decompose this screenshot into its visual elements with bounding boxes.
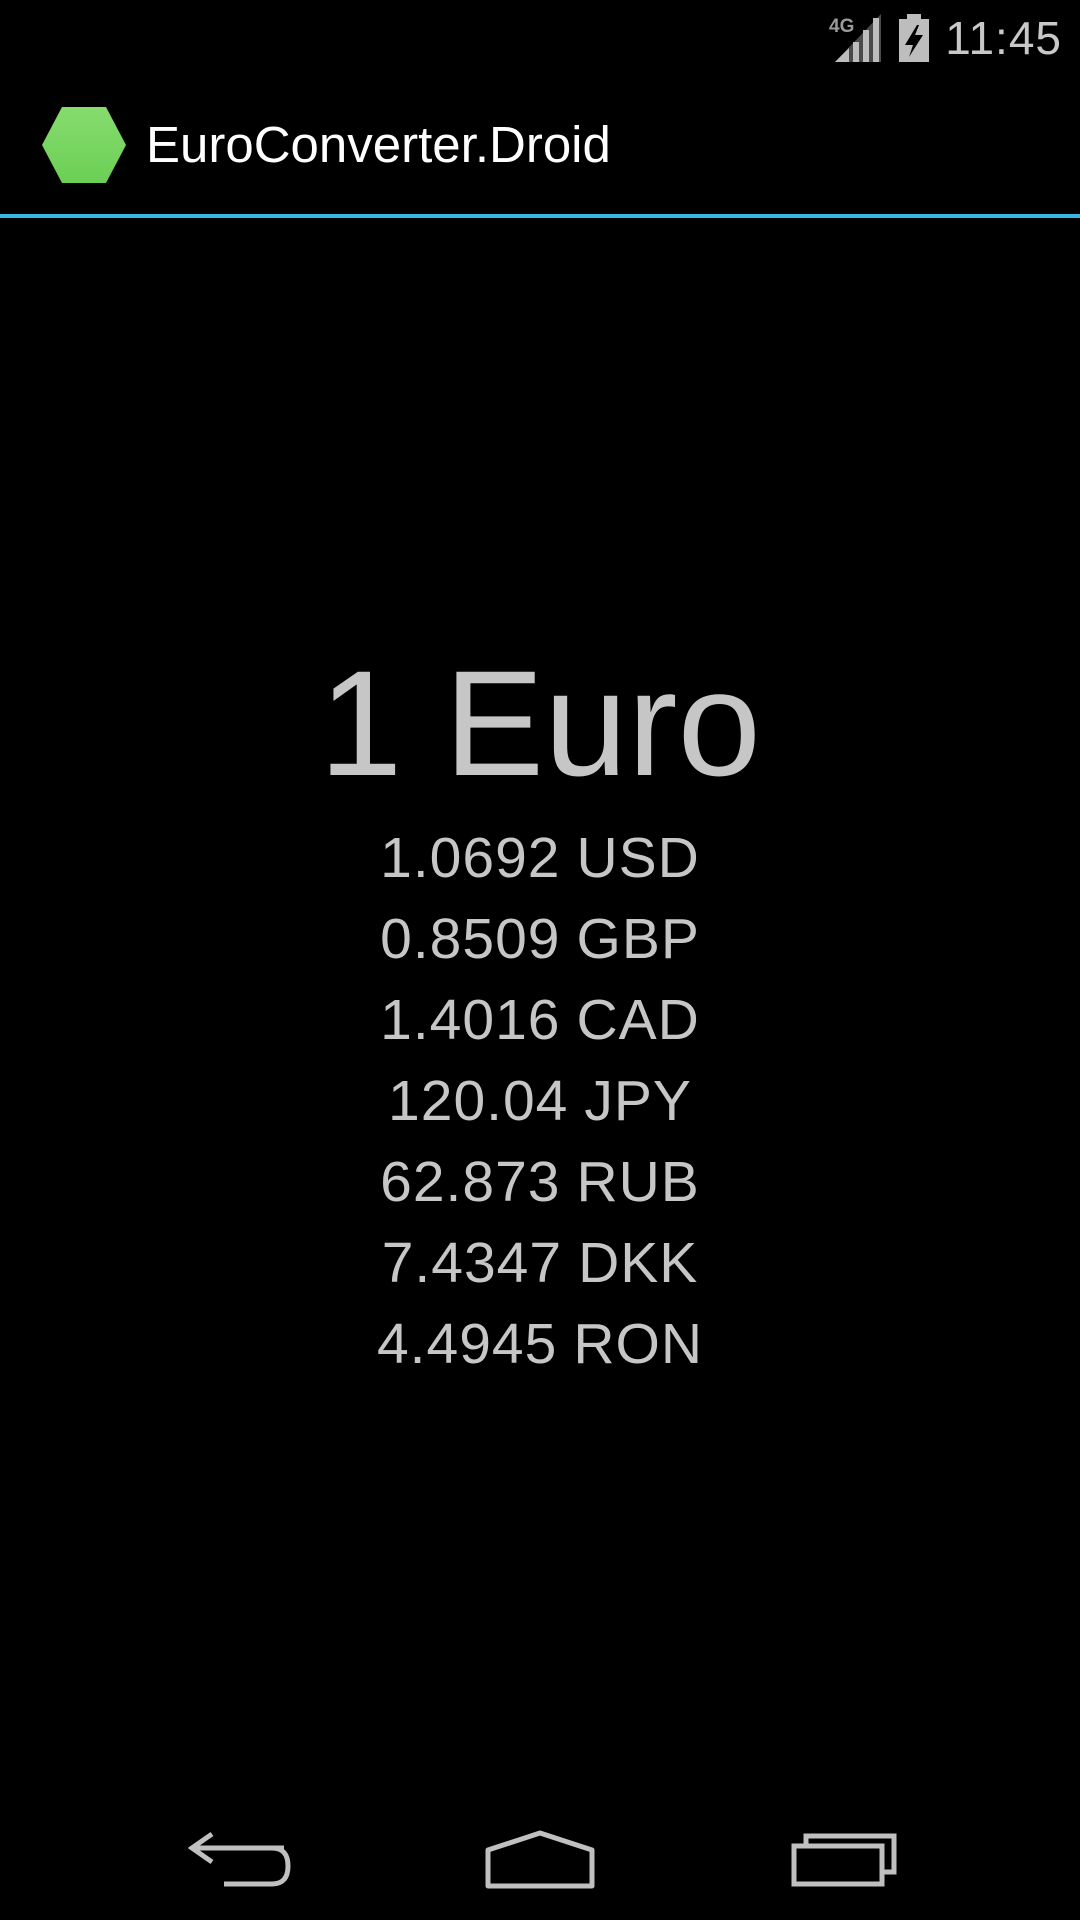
rate-currency: DKK — [578, 1231, 699, 1295]
rate-list: 1.0692 USD 0.8509 GBP 1.4016 CAD 120.04 JPY … — [0, 818, 1080, 1385]
rate-currency: JPY — [584, 1069, 692, 1133]
rate-row-dkk: 7.4347 DKK — [0, 1223, 1080, 1304]
rate-value: 7.4347 — [381, 1231, 563, 1295]
rate-currency: USD — [576, 826, 700, 890]
back-button[interactable] — [140, 1800, 340, 1920]
battery-charging-icon — [897, 13, 931, 63]
rate-row-gbp: 0.8509 GBP — [0, 899, 1080, 980]
rate-value: 1.4016 — [380, 988, 561, 1052]
rate-row-jpy: 120.04 JPY — [0, 1061, 1080, 1142]
status-bar: 4G 11:45 — [0, 0, 1080, 75]
back-arrow-icon — [188, 1831, 291, 1887]
rate-currency: GBP — [576, 907, 700, 971]
rate-value: 1.0692 — [380, 826, 561, 890]
converter-content: 1 Euro 1.0692 USD 0.8509 GBP 1.4016 CAD 120… — [0, 218, 1080, 1800]
rate-currency: RUB — [576, 1150, 700, 1214]
recent-apps-button[interactable] — [744, 1800, 944, 1920]
rate-currency: RON — [573, 1312, 703, 1376]
rate-value: 120.04 — [388, 1069, 569, 1133]
rate-row-usd: 1.0692 USD — [0, 818, 1080, 899]
home-icon — [485, 1830, 595, 1889]
navigation-bar — [0, 1800, 1080, 1920]
network-type-label: 4G — [829, 16, 854, 37]
signal-4g-icon: 4G — [827, 12, 883, 64]
rate-row-rub: 62.873 RUB — [0, 1142, 1080, 1223]
status-icons: 4G 11:45 — [827, 0, 1062, 75]
recent-apps-icon — [791, 1833, 897, 1887]
action-bar: EuroConverter.Droid — [0, 75, 1080, 215]
app-title: EuroConverter.Droid — [146, 116, 611, 173]
rate-value: 4.4945 — [376, 1312, 558, 1376]
rate-value: 62.873 — [380, 1150, 561, 1214]
rate-value: 0.8509 — [380, 907, 561, 971]
status-clock: 11:45 — [945, 11, 1062, 64]
rate-row-cad: 1.4016 CAD — [0, 980, 1080, 1061]
home-button[interactable] — [440, 1800, 640, 1920]
hexagon-app-icon[interactable] — [40, 105, 128, 185]
base-amount-label: 1 Euro — [319, 639, 761, 807]
rate-currency: CAD — [576, 988, 700, 1052]
rate-row-ron: 4.4945 RON — [0, 1304, 1080, 1385]
